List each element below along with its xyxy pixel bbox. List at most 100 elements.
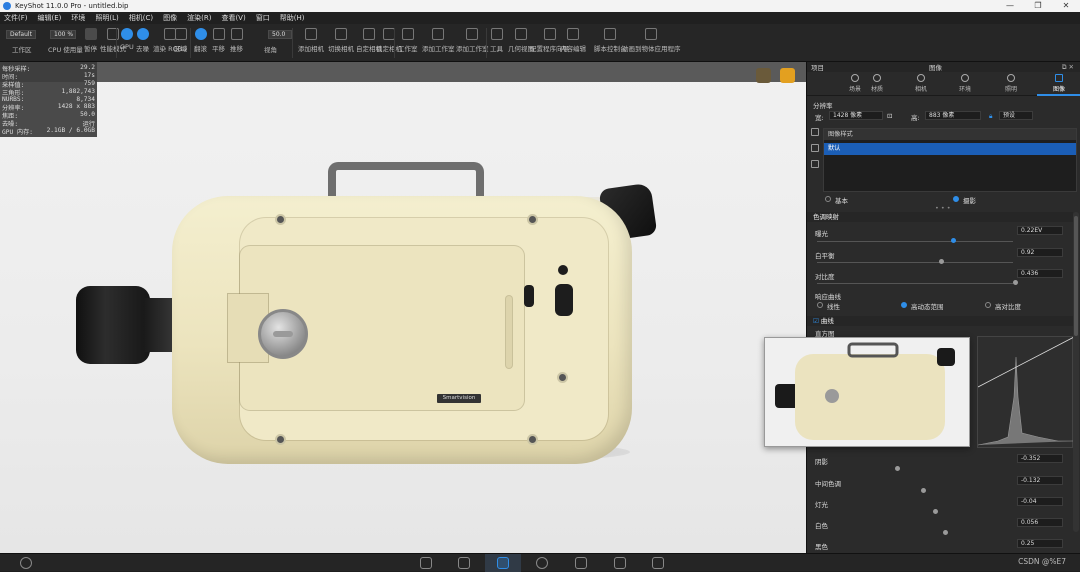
toolbar-switch-camera[interactable]: 切换相机 <box>328 28 354 53</box>
menu-camera[interactable]: 相机(C) <box>129 13 153 23</box>
screenshot-icon[interactable] <box>652 557 664 569</box>
workspace-select[interactable]: Default <box>6 30 36 39</box>
toolbar-add-studio-2[interactable]: 添加工作室 <box>456 28 489 53</box>
camera-switch[interactable] <box>555 284 573 316</box>
camera-lens-ring[interactable] <box>144 298 174 352</box>
highlights-slider[interactable] <box>933 509 938 514</box>
exposure-track[interactable] <box>817 241 1013 242</box>
mode-photo-radio[interactable] <box>953 196 959 202</box>
menu-image[interactable]: 图像 <box>163 13 177 23</box>
maximize-button[interactable]: ❐ <box>1024 0 1052 12</box>
tab-image[interactable]: 图像 <box>1037 74 1080 93</box>
whites-field[interactable]: 0.056 <box>1017 518 1063 527</box>
highlights-field[interactable]: -0.04 <box>1017 497 1063 506</box>
curve-linear-radio[interactable] <box>817 302 823 308</box>
tab-camera[interactable]: 相机 <box>899 74 943 93</box>
contrast-slider[interactable] <box>1013 280 1018 285</box>
menu-environment[interactable]: 环境 <box>71 13 85 23</box>
keyshotxr-icon[interactable] <box>575 557 587 569</box>
tone-mapping-section[interactable]: 色调映射 <box>807 212 1073 222</box>
camera-port[interactable] <box>524 285 534 307</box>
preset-select[interactable]: 预设 <box>999 111 1033 120</box>
curve-checkbox-icon[interactable]: ☑ <box>813 317 821 325</box>
toolbar-tumble[interactable]: 翻滚 <box>194 28 207 53</box>
toolbar-region[interactable]: 区域 <box>174 28 187 53</box>
curve-hdr-radio[interactable] <box>901 302 907 308</box>
menu-window[interactable]: 窗口 <box>256 13 270 23</box>
panel-scrollbar[interactable] <box>1073 212 1079 532</box>
lock-icon[interactable]: 🔒︎ <box>989 112 992 121</box>
fov-field[interactable]: 50.0 <box>268 30 292 39</box>
white-balance-track[interactable] <box>817 262 1013 263</box>
shadows-field[interactable]: -0.352 <box>1017 454 1063 463</box>
menu-view[interactable]: 查看(V) <box>221 13 245 23</box>
shadows-slider[interactable] <box>895 466 900 471</box>
tab-environment[interactable]: 环境 <box>943 74 987 93</box>
menu-file[interactable]: 文件(F) <box>4 13 28 23</box>
contrast-field[interactable]: 0.436 <box>1017 269 1063 278</box>
duplicate-style-icon[interactable] <box>811 144 819 152</box>
menu-render[interactable]: 渲染(R) <box>187 13 211 23</box>
add-style-icon[interactable] <box>811 128 819 136</box>
exposure-slider[interactable] <box>951 238 956 243</box>
camera-knob[interactable] <box>258 309 308 359</box>
toolbar-cpu[interactable]: CPU 使用量 <box>48 44 83 54</box>
panel-window-controls-icon[interactable]: ⧉ ✕ <box>1062 63 1074 72</box>
midtones-field[interactable]: -0.132 <box>1017 476 1063 485</box>
toolbar-workspace[interactable]: 工作区 <box>12 44 32 54</box>
toolbar-animation-app[interactable]: 动画到物体应用程序 <box>622 28 681 53</box>
tab-material[interactable]: 材质 <box>855 74 899 93</box>
minimize-button[interactable]: — <box>996 0 1024 12</box>
height-field[interactable]: 883 像素 <box>925 111 981 120</box>
curve-contrast-radio[interactable] <box>985 302 991 308</box>
width-field[interactable]: 1428 像素 <box>829 111 883 120</box>
midtones-slider[interactable] <box>921 488 926 493</box>
toolbar-add-studio[interactable]: 添加工作室 <box>422 28 455 53</box>
cpu-usage-select[interactable]: 100 % <box>50 30 76 39</box>
warning-icon[interactable] <box>780 68 795 83</box>
material-warning-icon[interactable] <box>756 68 771 83</box>
toolbar-content-edit[interactable]: 内容编辑 <box>560 28 586 53</box>
tab-lighting[interactable]: 照明 <box>989 74 1033 93</box>
render-icon[interactable] <box>614 557 626 569</box>
white-balance-slider[interactable] <box>939 259 944 264</box>
menu-edit[interactable]: 编辑(E) <box>38 13 62 23</box>
mode-basic-radio[interactable] <box>825 196 831 202</box>
curve-section[interactable]: ☑ 曲线 <box>807 316 1073 326</box>
link-ratio-icon[interactable]: ⊡ <box>887 112 892 120</box>
import-icon[interactable] <box>420 557 432 569</box>
toolbar-gpu[interactable]: GPU <box>120 28 134 51</box>
project-icon[interactable] <box>497 557 509 569</box>
curve-hdr-label: 高动态范围 <box>911 303 944 311</box>
camera-button[interactable] <box>558 265 568 275</box>
toolbar-pause[interactable]: 暂停 <box>84 28 97 53</box>
exposure-field[interactable]: 0.22EV <box>1017 226 1063 235</box>
library-icon[interactable] <box>458 557 470 569</box>
toolbar-dolly[interactable]: 推移 <box>230 28 243 53</box>
scrollbar-thumb[interactable] <box>1074 216 1078 336</box>
toolbar-studio[interactable]: 工作室 <box>398 28 418 53</box>
blacks-field[interactable]: 0.25 <box>1017 539 1063 548</box>
project-label: 项目 <box>811 64 824 72</box>
toolbar-pan[interactable]: 平移 <box>212 28 225 53</box>
contrast-track[interactable] <box>817 283 1013 284</box>
close-button[interactable]: ✕ <box>1052 0 1080 12</box>
animation-icon[interactable] <box>536 557 548 569</box>
image-style-item[interactable]: 默认 <box>824 143 1076 155</box>
menu-lighting[interactable]: 照明(L) <box>95 13 118 23</box>
cloud-icon[interactable] <box>20 557 32 569</box>
histogram-chart[interactable] <box>977 336 1075 448</box>
toolbar-add-camera[interactable]: 添加相机 <box>298 28 324 53</box>
menu-help[interactable]: 帮助(H) <box>280 13 305 23</box>
toolbar-tools[interactable]: 工具 <box>490 28 503 53</box>
drag-handle-icon[interactable]: • • • <box>935 204 951 212</box>
toolbar-fov[interactable]: 视角 <box>264 44 277 54</box>
curve-line[interactable] <box>977 336 1075 388</box>
whites-slider[interactable] <box>943 530 948 535</box>
delete-style-icon[interactable] <box>811 160 819 168</box>
toolbar-denoise[interactable]: 去噪 <box>136 28 149 53</box>
white-balance-field[interactable]: 0.92 <box>1017 248 1063 257</box>
curve-contrast-label: 高对比度 <box>995 303 1021 311</box>
stat-key: 焦距: <box>2 113 19 121</box>
camera-lens[interactable] <box>76 286 150 364</box>
